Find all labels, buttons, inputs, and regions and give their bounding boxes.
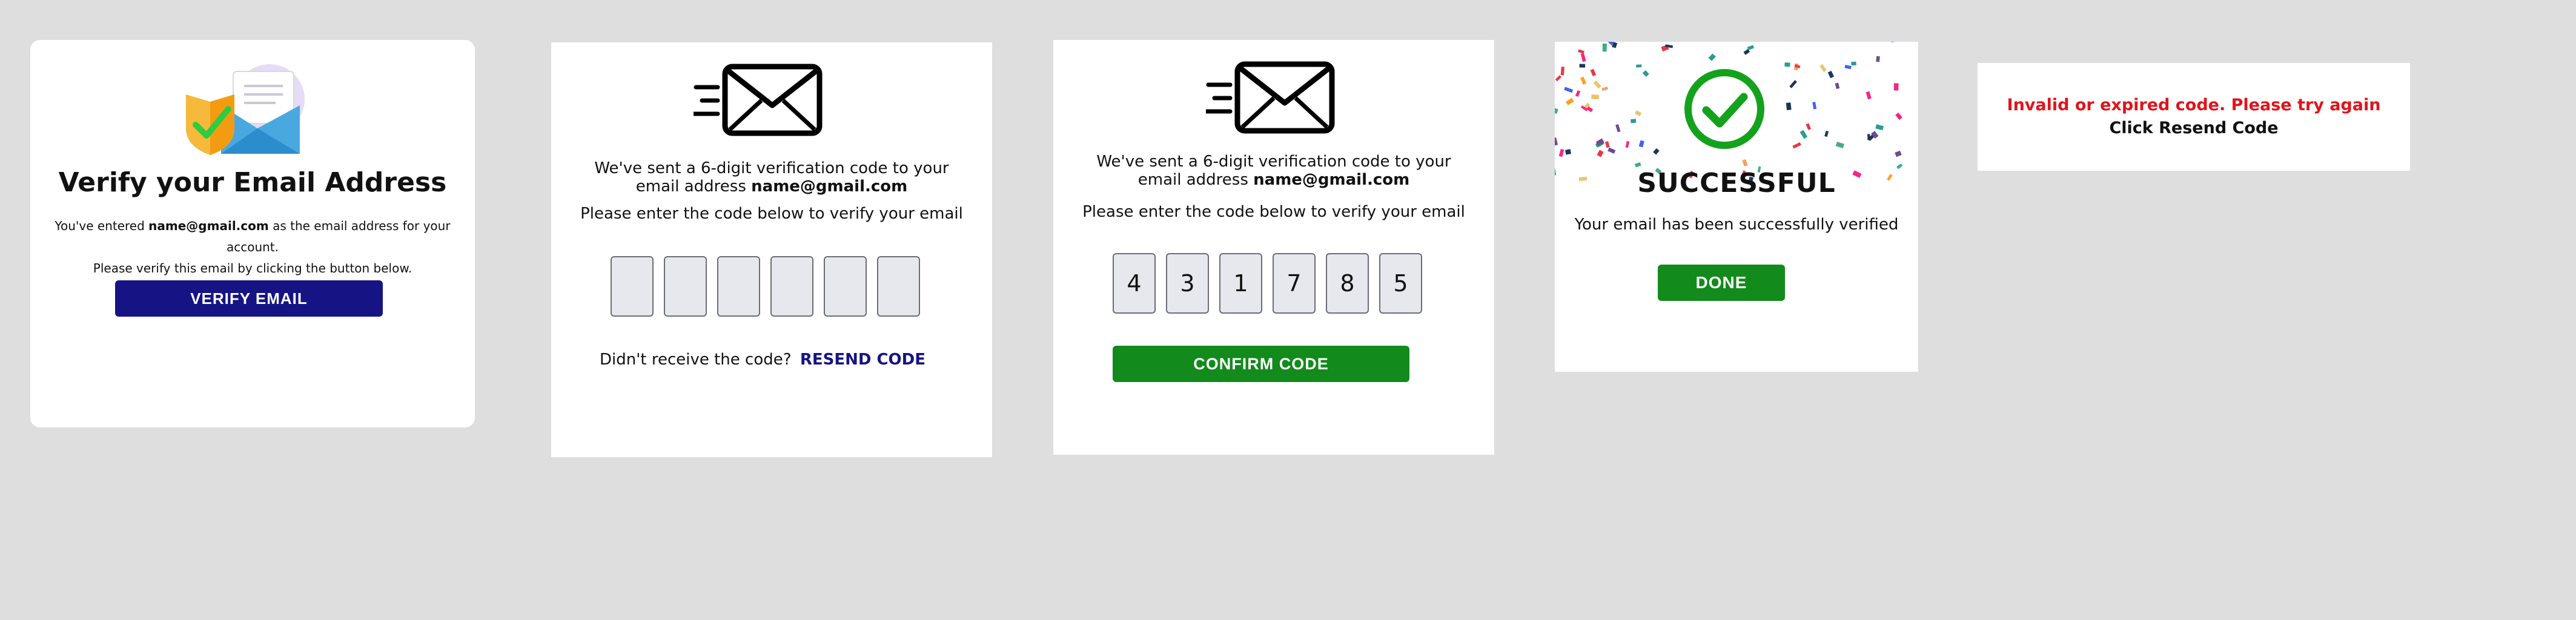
account-email: name@gmail.com <box>148 219 269 233</box>
sent-message: We've sent a 6-digit verification code t… <box>1096 153 1451 189</box>
confetti-piece <box>1835 82 1840 90</box>
confetti-piece <box>1800 130 1808 139</box>
confirm-code-button[interactable]: CONFIRM CODE <box>1113 346 1409 382</box>
code-digit-input[interactable] <box>611 256 654 317</box>
confetti-piece <box>1575 90 1581 97</box>
confetti-piece <box>1747 45 1754 50</box>
confetti-piece <box>1580 76 1587 85</box>
sent-email: name@gmail.com <box>1253 171 1410 189</box>
confetti-piece <box>1895 112 1902 120</box>
code-digit-input[interactable]: 4 <box>1113 253 1156 314</box>
verify-email-button[interactable]: VERIFY EMAIL <box>115 280 383 317</box>
error-card: Invalid or expired code. Please try agai… <box>1978 63 2410 171</box>
code-digit-input[interactable]: 3 <box>1166 253 1209 314</box>
confetti-piece <box>1819 64 1827 72</box>
resend-code-link[interactable]: RESEND CODE <box>800 351 925 369</box>
error-message: Invalid or expired code. Please try agai… <box>2007 96 2381 114</box>
code-digit-input[interactable]: 1 <box>1219 253 1262 314</box>
code-input-group: 4 3 1 7 8 5 <box>1113 253 1422 314</box>
confetti-piece <box>1555 137 1558 146</box>
sent-email: name@gmail.com <box>751 177 908 196</box>
confetti-piece <box>1631 119 1637 124</box>
code-digit-input[interactable] <box>877 256 920 317</box>
confetti-piece <box>1601 87 1609 91</box>
confetti-piece <box>1615 124 1621 133</box>
verify-email-card: Verify your Email Address You've entered… <box>30 40 475 427</box>
confetti-piece <box>1876 56 1880 62</box>
verify-title: Verify your Email Address <box>58 167 447 198</box>
confetti-piece <box>1895 150 1902 157</box>
sent-envelope-icon <box>1206 61 1335 134</box>
confetti-piece <box>1875 124 1884 131</box>
resend-hint: Click Resend Code <box>2109 119 2279 137</box>
confetti-piece <box>1580 53 1586 62</box>
confetti-piece <box>1893 83 1899 91</box>
confetti-piece <box>1742 159 1748 167</box>
confetti-piece <box>1590 68 1597 77</box>
confetti-piece <box>1558 148 1564 157</box>
confetti-piece <box>1555 75 1562 82</box>
code-input-group <box>611 256 920 317</box>
confetti-piece <box>1560 67 1564 76</box>
confetti-piece <box>1578 49 1584 54</box>
confetti-piece <box>1866 91 1872 100</box>
confetti-piece <box>1792 142 1801 149</box>
success-message: Your email has been successfully verifie… <box>1574 216 1899 234</box>
confetti-piece <box>1564 87 1574 93</box>
confetti-piece <box>1602 43 1607 52</box>
code-entry-card: We've sent a 6-digit verification code t… <box>551 42 992 457</box>
confetti-piece <box>1844 64 1852 70</box>
confetti-piece <box>1812 102 1817 110</box>
success-card: SUCCESSFUL Your email has been successfu… <box>1555 42 1918 372</box>
confetti-piece <box>1591 94 1600 100</box>
instruction-text: Please enter the code below to verify yo… <box>1082 203 1465 221</box>
check-circle-icon <box>1684 69 1764 149</box>
confetti-piece <box>1851 61 1856 66</box>
sent-message: We've sent a 6-digit verification code t… <box>594 159 949 196</box>
confetti-piece <box>1835 142 1844 148</box>
confetti-piece <box>1625 140 1630 148</box>
confetti-piece <box>1653 148 1660 155</box>
confetti-piece <box>1579 64 1586 68</box>
confetti-piece <box>1555 108 1558 114</box>
resend-row: Didn't receive the code? RESEND CODE <box>600 351 925 369</box>
confetti-piece <box>1708 53 1716 61</box>
code-confirm-card: We've sent a 6-digit verification code t… <box>1053 40 1494 455</box>
confetti-piece <box>1608 147 1616 154</box>
done-button[interactable]: DONE <box>1658 265 1785 301</box>
confetti-piece <box>1604 141 1610 148</box>
confetti-piece <box>1566 97 1574 105</box>
confetti-piece <box>1786 102 1792 111</box>
confetti-piece <box>1593 80 1601 89</box>
confetti-piece <box>1789 80 1797 88</box>
confetti-piece <box>1564 149 1571 155</box>
sent-envelope-icon <box>694 64 823 136</box>
confetti-piece <box>1636 64 1642 68</box>
success-title: SUCCESSFUL <box>1637 168 1836 199</box>
code-digit-input[interactable] <box>824 256 867 317</box>
code-digit-input[interactable]: 5 <box>1379 253 1422 314</box>
confetti-piece <box>1827 70 1834 79</box>
resend-prompt: Didn't receive the code? <box>600 351 792 369</box>
code-digit-input[interactable] <box>664 256 707 317</box>
code-digit-input[interactable]: 7 <box>1273 253 1316 314</box>
code-digit-input[interactable] <box>770 256 813 317</box>
confetti-piece <box>1642 70 1649 78</box>
confetti-piece <box>1784 62 1790 67</box>
confetti-piece <box>1635 110 1642 116</box>
confetti-piece <box>1806 123 1812 130</box>
confetti-piece <box>1638 140 1644 148</box>
instruction-text: Please enter the code below to verify yo… <box>580 205 963 223</box>
confetti-piece <box>1597 150 1604 157</box>
email-shield-check-icon <box>186 64 305 155</box>
verify-description: You've entered name@gmail.com as the ema… <box>55 219 451 275</box>
confetti-piece <box>1824 130 1829 137</box>
confetti-piece <box>1634 162 1641 168</box>
code-digit-input[interactable]: 8 <box>1326 253 1369 314</box>
code-digit-input[interactable] <box>717 256 760 317</box>
